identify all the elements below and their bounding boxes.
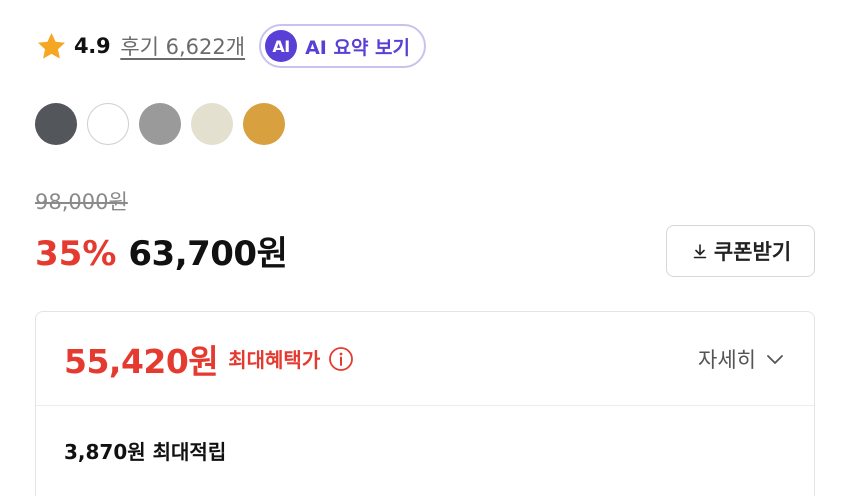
ai-badge-icon: AI — [265, 30, 298, 62]
download-icon — [690, 241, 710, 261]
details-label: 자세히 — [698, 347, 756, 372]
original-price: 98,000원 — [35, 190, 128, 214]
max-points-text: 3,870원 최대적립 — [64, 440, 227, 464]
product-price-section: 4.9 후기 6,622개 AI AI 요약 보기 98,000원 35% 63… — [0, 0, 850, 496]
star-icon — [35, 30, 68, 63]
color-options — [35, 103, 285, 145]
color-swatch-white[interactable] — [87, 103, 129, 145]
max-benefit-price: 55,420원 — [64, 341, 219, 381]
color-swatch-charcoal[interactable] — [35, 103, 77, 145]
max-benefit-header: 55,420원 최대혜택가 자세히 — [36, 312, 814, 406]
chevron-down-icon — [764, 348, 786, 370]
rating-score: 4.9 — [74, 34, 111, 58]
rating-row: 4.9 후기 6,622개 AI AI 요약 보기 — [35, 24, 427, 68]
review-count-link[interactable]: 후기 6,622개 — [120, 31, 245, 61]
max-benefit-panel: 55,420원 최대혜택가 자세히 3,870원 최대적립 — [35, 311, 815, 496]
ai-summary-button[interactable]: AI AI 요약 보기 — [259, 24, 427, 68]
info-icon[interactable] — [328, 346, 354, 372]
ai-summary-label: AI 요약 보기 — [305, 36, 411, 59]
color-swatch-gold[interactable] — [243, 103, 285, 145]
sale-price: 63,700원 — [128, 234, 288, 274]
coupon-label: 쿠폰받기 — [713, 240, 792, 264]
color-swatch-gray[interactable] — [139, 103, 181, 145]
price-row: 35% 63,700원 — [35, 226, 288, 275]
coupon-download-button[interactable]: 쿠폰받기 — [666, 225, 815, 277]
discount-rate: 35% — [35, 234, 117, 274]
color-swatch-cream[interactable] — [191, 103, 233, 145]
details-toggle[interactable]: 자세히 — [698, 344, 786, 374]
max-benefit-label: 최대혜택가 — [228, 348, 321, 372]
